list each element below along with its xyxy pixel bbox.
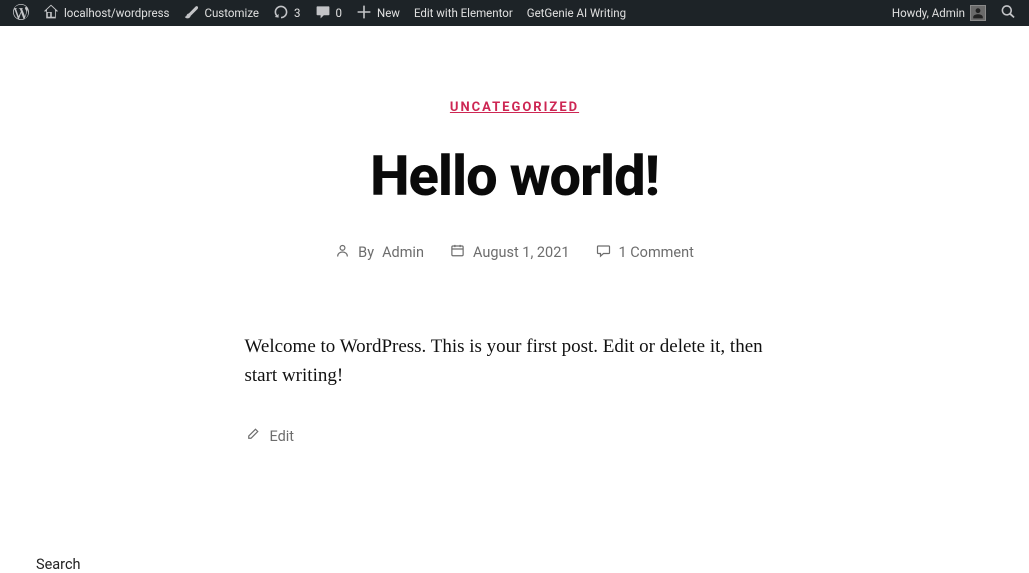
post-body-paragraph: Welcome to WordPress. This is your first… [245, 332, 785, 391]
edit-post-link[interactable]: Edit [245, 427, 785, 446]
edit-icon [245, 427, 260, 446]
comments-link[interactable]: 0 [308, 0, 349, 26]
customize-link[interactable]: Customize [176, 0, 266, 26]
getgenie-label: GetGenie AI Writing [527, 6, 626, 20]
by-label: By [358, 244, 374, 261]
calendar-icon [450, 243, 465, 262]
customize-label: Customize [204, 6, 259, 20]
post-author-meta: By Admin [335, 243, 424, 262]
post-comments-meta: 1 Comment [596, 243, 694, 262]
edit-label: Edit [270, 428, 295, 445]
post-category-link[interactable]: UNCATEGORIZED [450, 100, 579, 115]
new-content-menu[interactable]: New [349, 0, 407, 26]
author-link[interactable]: Admin [382, 244, 424, 261]
search-toggle[interactable] [993, 0, 1023, 26]
adminbar-right: Howdy, Admin [885, 0, 1023, 26]
site-name-menu[interactable]: localhost/wordpress [36, 0, 176, 26]
edit-elementor-label: Edit with Elementor [414, 6, 513, 20]
adminbar-left: localhost/wordpress Customize 3 0 New [6, 0, 633, 26]
wordpress-logo-icon [13, 4, 29, 23]
post-header: UNCATEGORIZED Hello world! By Admin Augu… [165, 26, 865, 302]
wp-logo-menu[interactable] [6, 0, 36, 26]
post-content: Welcome to WordPress. This is your first… [225, 332, 805, 446]
post-date-meta: August 1, 2021 [450, 243, 570, 262]
getgenie-link[interactable]: GetGenie AI Writing [520, 0, 633, 26]
comment-outline-icon [596, 243, 611, 262]
updates-count: 3 [294, 6, 300, 20]
comments-link[interactable]: 1 Comment [619, 244, 694, 261]
plus-icon [356, 4, 372, 23]
home-icon [43, 4, 59, 23]
edit-elementor-link[interactable]: Edit with Elementor [407, 0, 520, 26]
widget-area: Search [0, 446, 1029, 573]
my-account-menu[interactable]: Howdy, Admin [885, 0, 993, 26]
search-widget-title: Search [36, 556, 1029, 573]
new-label: New [377, 6, 400, 20]
comments-count: 0 [336, 6, 342, 20]
wp-admin-bar: localhost/wordpress Customize 3 0 New [0, 0, 1029, 26]
update-icon [273, 4, 289, 23]
search-icon [1000, 4, 1016, 23]
paintbrush-icon [183, 4, 199, 23]
post-title: Hello world! [185, 143, 845, 209]
comment-icon [315, 4, 331, 23]
updates-link[interactable]: 3 [266, 0, 307, 26]
post-meta: By Admin August 1, 2021 1 Comment [185, 243, 845, 262]
avatar [970, 5, 986, 21]
greeting-label: Howdy, Admin [892, 6, 965, 20]
site-url-label: localhost/wordpress [64, 6, 169, 20]
person-icon [335, 243, 350, 262]
post-date: August 1, 2021 [473, 244, 570, 261]
